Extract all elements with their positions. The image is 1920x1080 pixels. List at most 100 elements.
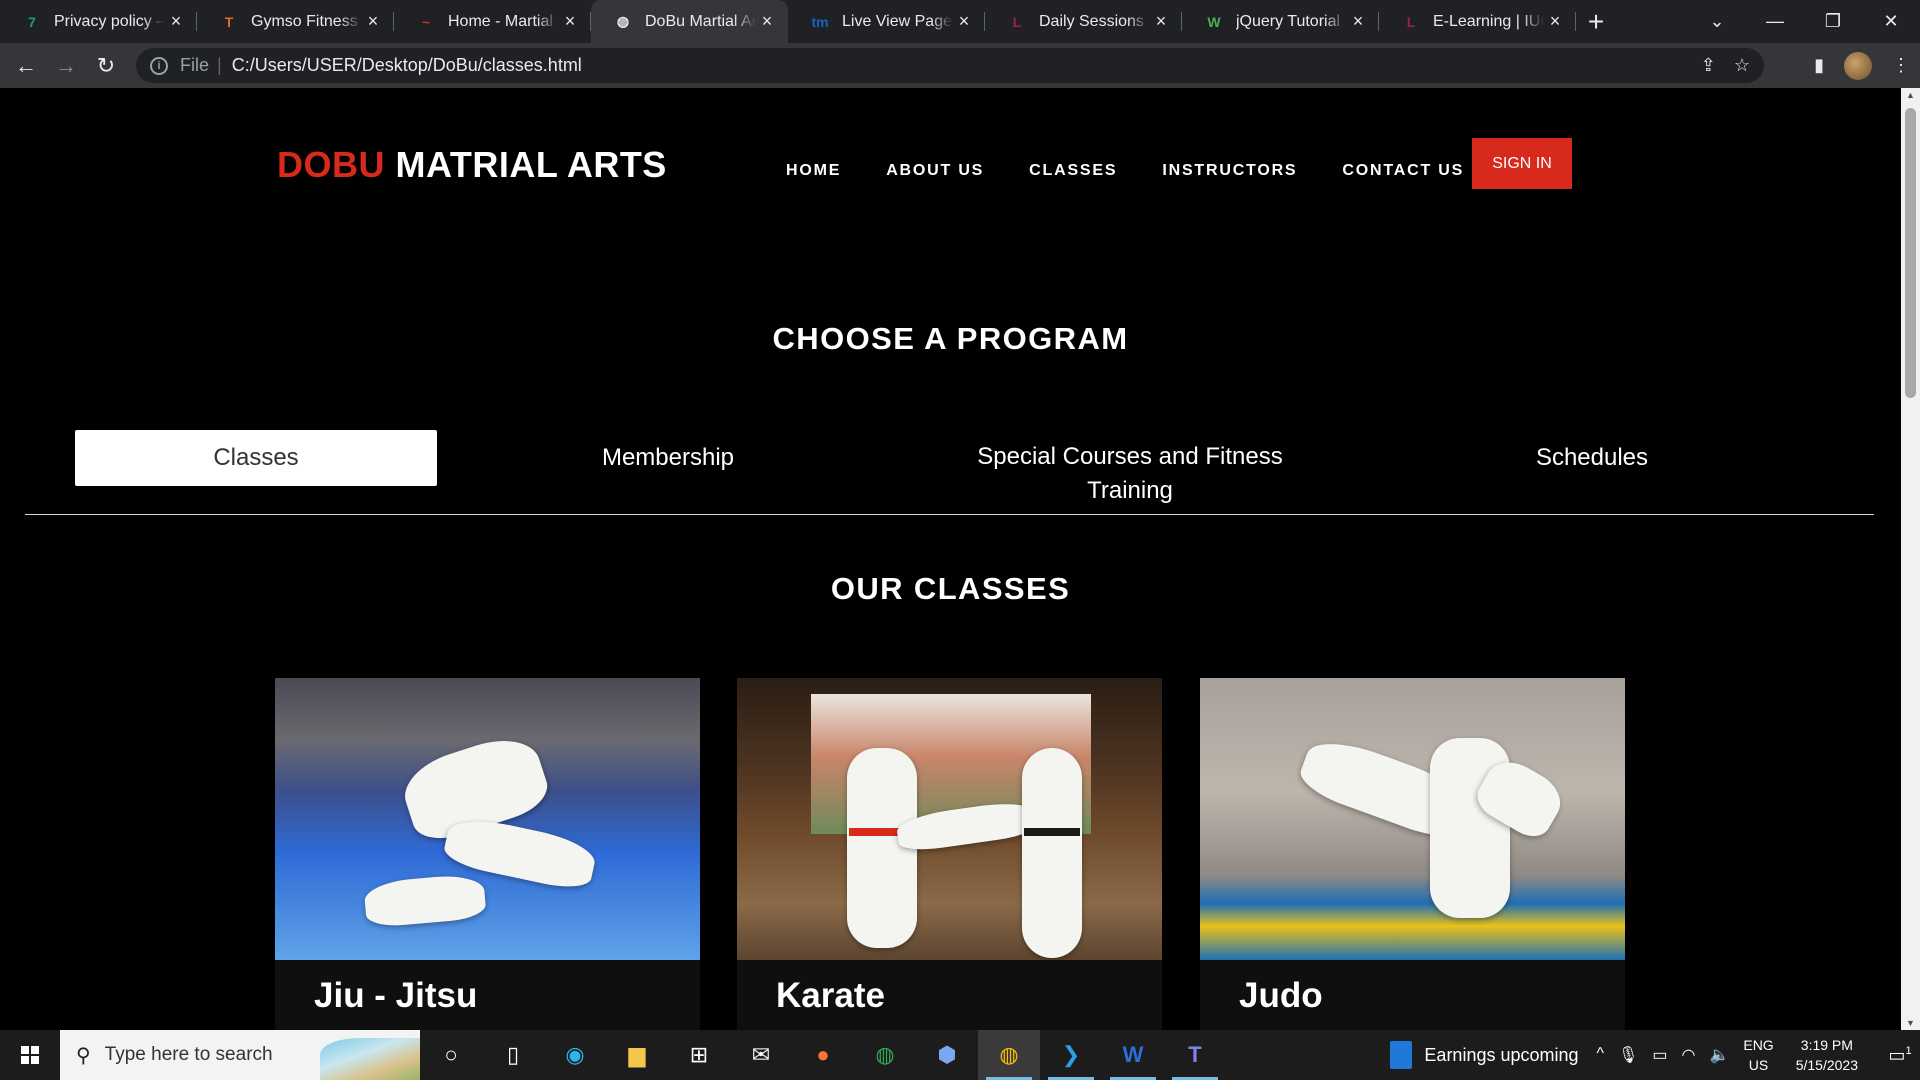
lang-top: ENG [1743,1037,1774,1053]
app-icon[interactable]: ⬢ [916,1030,978,1080]
reload-icon[interactable]: ↻ [86,48,126,84]
class-name: Judo [1239,976,1323,1015]
browser-tab[interactable]: 7 Privacy policy – P× [0,0,197,43]
notification-count: 1 [1905,1044,1912,1057]
scheme-separator: | [217,55,222,75]
battery-icon[interactable]: ▭ [1652,1045,1667,1065]
edge-icon[interactable]: ◉ [544,1030,606,1080]
tab-favicon-icon: ◍ [616,13,630,29]
file-explorer-icon[interactable]: ▆ [606,1030,668,1080]
language-indicator[interactable]: ENG US [1743,1035,1773,1075]
close-tab-icon[interactable]: × [1544,11,1566,32]
scrollbar-thumb[interactable] [1905,108,1916,398]
browser-tab[interactable]: tm Live View Page - !× [788,0,985,43]
close-window-icon[interactable]: ✕ [1862,0,1920,43]
share-icon[interactable]: ⇪ [1701,55,1716,76]
word-icon[interactable]: W [1102,1030,1164,1080]
tab-classes[interactable]: Classes [75,430,437,486]
chrome-icon[interactable]: ◍ [854,1030,916,1080]
restore-icon[interactable]: ❐ [1804,0,1862,43]
close-tab-icon[interactable]: × [1150,11,1172,32]
tab-favicon-icon: L [1406,13,1416,30]
profile-avatar[interactable] [1844,51,1872,80]
tab-favicon-icon: T [224,13,234,30]
tab-title: Daily Sessions | C [1039,12,1150,30]
windows-logo-icon [21,1046,39,1064]
nav-contact-us[interactable]: CONTACT US [1342,162,1464,180]
back-icon[interactable]: ← [6,48,46,84]
search-icon: ⚲ [76,1044,91,1067]
teams-icon[interactable]: T [1164,1030,1226,1080]
class-card-judo[interactable]: Judo [1200,678,1625,1030]
news-text: Earnings upcoming [1424,1044,1579,1065]
news-widget[interactable]: Earnings upcoming [1390,1041,1579,1069]
browser-tab[interactable]: ~ Home - Martial A × [394,0,591,43]
minimize-icon[interactable]: — [1746,0,1804,43]
jiu-jitsu-photo [275,678,700,960]
close-tab-icon[interactable]: × [362,11,384,32]
class-card-jiu-jitsu[interactable]: Jiu - Jitsu [275,678,700,1030]
clock-time: 3:19 PM [1800,1037,1853,1053]
browser-tab[interactable]: L Daily Sessions | C× [985,0,1182,43]
wifi-icon[interactable]: ◠ [1681,1045,1695,1065]
system-tray: Earnings upcoming ^ 🎙 ▭ ◠ 🔈 ENG US 3:19 … [1390,1030,1920,1080]
tab-schedules[interactable]: Schedules [1411,430,1773,486]
tab-special-courses[interactable]: Special Courses and Fitness Training [949,440,1311,508]
class-name: Karate [776,976,885,1015]
clock-date: 5/15/2023 [1795,1057,1858,1073]
url-text[interactable]: C:/Users/USER/Desktop/DoBu/classes.html [232,55,582,76]
tray-icons: ^ 🎙 ▭ ◠ 🔈 [1597,1045,1730,1065]
scroll-down-arrow-icon[interactable]: ▼ [1901,1018,1920,1028]
browser-tab[interactable]: WjQuery Tutorial × [1182,0,1379,43]
page-scrollbar[interactable]: ▲ ▼ [1901,88,1920,1030]
vscode-icon[interactable]: ❯ [1040,1030,1102,1080]
site-info-icon[interactable]: i [150,56,168,75]
nav-classes[interactable]: CLASSES [1029,162,1117,180]
tab-favicon-icon: W [1207,13,1221,30]
site-logo[interactable]: DOBU MATRIAL ARTS [277,144,667,186]
tab-title: DoBu Martial Arts [645,12,756,30]
tab-title: Live View Page - ! [842,12,953,30]
close-tab-icon[interactable]: × [1347,11,1369,32]
close-tab-icon[interactable]: × [756,11,778,32]
cortana-icon[interactable]: ○ [420,1030,482,1080]
address-bar[interactable]: i File | C:/Users/USER/Desktop/DoBu/clas… [136,48,1764,83]
close-tab-icon[interactable]: × [165,11,187,32]
class-card-karate[interactable]: Karate [737,678,1162,1030]
start-button[interactable] [0,1030,60,1080]
notification-center-icon[interactable]: ▭1 [1880,1045,1920,1066]
tab-membership[interactable]: Membership [487,430,849,486]
bookmark-star-icon[interactable]: ☆ [1734,55,1750,76]
browser-tab[interactable]: ◍ DoBu Martial Arts× [591,0,788,43]
logo-white-words: MATRIAL ARTS [395,144,667,185]
nav-about-us[interactable]: ABOUT US [886,162,984,180]
volume-icon[interactable]: 🔈 [1709,1045,1729,1065]
task-view-icon[interactable]: ▯ [482,1030,544,1080]
new-tab-button[interactable]: + [1576,0,1616,43]
firefox-icon[interactable]: ● [792,1030,854,1080]
nav-instructors[interactable]: INSTRUCTORS [1162,162,1297,180]
microphone-icon[interactable]: 🎙 [1618,1045,1638,1065]
clock[interactable]: 3:19 PM 5/15/2023 [1796,1035,1858,1075]
sign-in-button[interactable]: SIGN IN [1472,138,1572,189]
taskbar-search[interactable]: ⚲ Type here to search [60,1030,420,1080]
chrome-active-icon[interactable]: ◍ [978,1030,1040,1080]
forward-icon[interactable]: → [46,48,86,84]
menu-kebab-icon[interactable]: ⋮ [1892,55,1910,76]
browser-tab[interactable]: L E-Learning | IU6: × [1379,0,1576,43]
side-panel-icon[interactable]: ▮ [1814,55,1824,76]
close-tab-icon[interactable]: × [559,11,581,32]
nav-home[interactable]: HOME [786,162,841,180]
tab-title: E-Learning | IU6: [1433,12,1544,30]
store-icon[interactable]: ⊞ [668,1030,730,1080]
search-placeholder: Type here to search [104,1044,273,1065]
chevron-up-icon[interactable]: ^ [1597,1045,1605,1065]
tab-title: Gymso Fitness - L [251,12,362,30]
mail-icon[interactable]: ✉ [730,1030,792,1080]
main-nav: HOME ABOUT US CLASSES INSTRUCTORS CONTAC… [786,162,1464,180]
scroll-up-arrow-icon[interactable]: ▲ [1901,90,1920,100]
close-tab-icon[interactable]: × [953,11,975,32]
tab-search-icon[interactable]: ⌄ [1688,0,1746,43]
tab-favicon-icon: ~ [421,13,431,30]
browser-tab[interactable]: T Gymso Fitness - L× [197,0,394,43]
